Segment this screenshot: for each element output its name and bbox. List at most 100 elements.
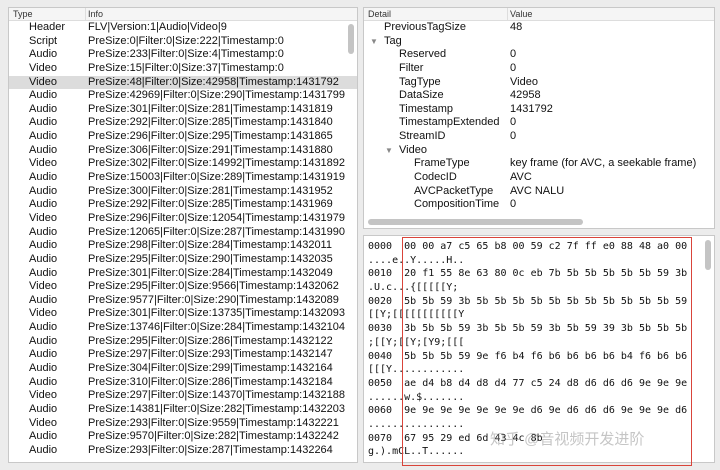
table-row[interactable]: Audio PreSize:310|Filter:0|Size:286|Times… xyxy=(9,376,357,390)
detail-row[interactable]: Filter 0 xyxy=(364,62,714,76)
detail-key: TimestampExtended xyxy=(399,116,500,129)
tag-type: Video xyxy=(29,416,57,429)
detail-value: 0 xyxy=(510,198,517,211)
column-header-value[interactable]: Value xyxy=(510,9,532,19)
tag-info: PreSize:9577|Filter:0|Size:290|Timestamp… xyxy=(88,293,339,306)
tag-info: PreSize:233|Filter:0|Size:4|Timestamp:0 xyxy=(88,48,284,61)
column-header-detail[interactable]: Detail xyxy=(368,9,391,19)
horizontal-scrollbar[interactable] xyxy=(368,219,583,225)
table-row[interactable]: Audio PreSize:9570|Filter:0|Size:282|Time… xyxy=(9,430,357,444)
detail-value: 0 xyxy=(510,61,517,74)
tag-type: Video xyxy=(29,389,57,402)
tag-type: Audio xyxy=(29,266,58,279)
detail-row[interactable]: ▼ Tag xyxy=(364,35,714,49)
detail-value: key frame (for AVC, a seekable frame) xyxy=(510,157,697,170)
tag-type: Audio xyxy=(29,321,58,334)
table-row[interactable]: Audio PreSize:292|Filter:0|Size:285|Times… xyxy=(9,198,357,212)
tag-type: Video xyxy=(29,211,57,224)
table-row[interactable]: Audio PreSize:13746|Filter:0|Size:284|Tim… xyxy=(9,321,357,335)
table-row[interactable]: Audio PreSize:301|Filter:0|Size:281|Times… xyxy=(9,103,357,117)
tag-list-table[interactable]: Type Info Header FLV|Version:1|Audio|Vide… xyxy=(8,7,358,463)
detail-row[interactable]: DataSize 42958 xyxy=(364,89,714,103)
detail-header: Detail Value xyxy=(364,8,714,21)
table-row[interactable]: Audio PreSize:292|Filter:0|Size:285|Times… xyxy=(9,116,357,130)
tag-type: Video xyxy=(29,307,57,320)
table-header: Type Info xyxy=(9,8,357,21)
detail-value: 1431792 xyxy=(510,102,553,115)
detail-key: PreviousTagSize xyxy=(384,21,466,33)
table-row[interactable]: Audio PreSize:14381|Filter:0|Size:282|Tim… xyxy=(9,403,357,417)
tag-type: Video xyxy=(29,75,57,88)
vertical-scrollbar[interactable] xyxy=(705,240,711,270)
table-row[interactable]: Header FLV|Version:1|Audio|Video|9 xyxy=(9,21,357,35)
hex-offset: 0000 xyxy=(368,241,393,252)
detail-row[interactable]: TimestampExtended 0 xyxy=(364,116,714,130)
detail-key: Timestamp xyxy=(399,102,453,115)
table-row[interactable]: Video PreSize:297|Filter:0|Size:14370|Tim… xyxy=(9,389,357,403)
detail-row[interactable]: FrameType key frame (for AVC, a seekable … xyxy=(364,157,714,171)
table-row[interactable]: Audio PreSize:12065|Filter:0|Size:287|Tim… xyxy=(9,226,357,240)
detail-row[interactable]: ▼ Video xyxy=(364,144,714,158)
tag-type: Audio xyxy=(29,239,58,252)
tag-type: Audio xyxy=(29,443,58,456)
table-row[interactable]: Audio PreSize:300|Filter:0|Size:281|Times… xyxy=(9,185,357,199)
table-row[interactable]: Video PreSize:302|Filter:0|Size:14992|Tim… xyxy=(9,157,357,171)
detail-value: Video xyxy=(510,75,538,88)
detail-row[interactable]: CodecID AVC xyxy=(364,171,714,185)
vertical-scrollbar[interactable] xyxy=(348,24,354,54)
tag-info: PreSize:297|Filter:0|Size:293|Timestamp:… xyxy=(88,348,333,361)
table-row[interactable]: Audio PreSize:15003|Filter:0|Size:289|Tim… xyxy=(9,171,357,185)
detail-key: FrameType xyxy=(414,157,470,170)
tag-info: PreSize:295|Filter:0|Size:290|Timestamp:… xyxy=(88,252,333,265)
hex-offset: 0060 xyxy=(368,405,393,417)
tag-info: PreSize:301|Filter:0|Size:281|Timestamp:… xyxy=(88,102,333,115)
table-row[interactable]: Video PreSize:48|Filter:0|Size:42958|Time… xyxy=(9,75,357,90)
table-row[interactable]: Audio PreSize:42969|Filter:0|Size:290|Tim… xyxy=(9,89,357,103)
column-header-info[interactable]: Info xyxy=(88,9,103,19)
tag-type: Audio xyxy=(29,184,58,197)
table-row[interactable]: Audio PreSize:295|Filter:0|Size:286|Times… xyxy=(9,335,357,349)
table-row[interactable]: Audio PreSize:293|Filter:0|Size:287|Times… xyxy=(9,444,357,458)
table-row[interactable]: Audio PreSize:233|Filter:0|Size:4|Timesta… xyxy=(9,48,357,62)
disclosure-triangle-icon[interactable]: ▼ xyxy=(370,35,378,49)
tag-info: PreSize:310|Filter:0|Size:286|Timestamp:… xyxy=(88,375,333,388)
table-row[interactable]: Audio PreSize:9577|Filter:0|Size:290|Time… xyxy=(9,294,357,308)
table-row[interactable]: Video PreSize:296|Filter:0|Size:12054|Tim… xyxy=(9,212,357,226)
table-row[interactable]: Script PreSize:0|Filter:0|Size:222|Timest… xyxy=(9,35,357,49)
table-row[interactable]: Audio PreSize:296|Filter:0|Size:295|Times… xyxy=(9,130,357,144)
tag-info: FLV|Version:1|Audio|Video|9 xyxy=(88,21,227,33)
detail-value: 42958 xyxy=(510,89,541,102)
detail-row[interactable]: CompositionTime 0 xyxy=(364,198,714,212)
table-row[interactable]: Audio PreSize:304|Filter:0|Size:299|Times… xyxy=(9,362,357,376)
column-header-type[interactable]: Type xyxy=(13,9,33,19)
tag-info: PreSize:15003|Filter:0|Size:289|Timestam… xyxy=(88,171,346,184)
detail-row[interactable]: PreviousTagSize 48 xyxy=(364,21,714,35)
table-row[interactable]: Audio PreSize:295|Filter:0|Size:290|Times… xyxy=(9,253,357,267)
table-row[interactable]: Audio PreSize:297|Filter:0|Size:293|Times… xyxy=(9,348,357,362)
detail-row[interactable]: Reserved 0 xyxy=(364,48,714,62)
table-row[interactable]: Audio PreSize:298|Filter:0|Size:284|Times… xyxy=(9,239,357,253)
disclosure-triangle-icon[interactable]: ▼ xyxy=(385,144,393,158)
detail-row[interactable]: Timestamp 1431792 xyxy=(364,103,714,117)
detail-key: Filter xyxy=(399,61,424,74)
table-row[interactable]: Video PreSize:301|Filter:0|Size:13735|Tim… xyxy=(9,307,357,321)
detail-tree[interactable]: Detail Value PreviousTagSize 48 ▼ Tag Reserv… xyxy=(363,7,715,229)
tag-info: PreSize:301|Filter:0|Size:284|Timestamp:… xyxy=(88,266,333,279)
tag-type: Audio xyxy=(29,348,58,361)
table-row[interactable]: Video PreSize:293|Filter:0|Size:9559|Time… xyxy=(9,417,357,431)
table-row[interactable]: Audio PreSize:301|Filter:0|Size:284|Times… xyxy=(9,267,357,281)
tag-info: PreSize:293|Filter:0|Size:9559|Timestamp… xyxy=(88,416,339,429)
tag-info: PreSize:304|Filter:0|Size:299|Timestamp:… xyxy=(88,362,333,375)
detail-key: CodecID xyxy=(414,171,457,184)
table-row[interactable]: Video PreSize:295|Filter:0|Size:9566|Time… xyxy=(9,280,357,294)
tag-type: Script xyxy=(29,34,58,47)
detail-row[interactable]: AVCPacketType AVC NALU xyxy=(364,185,714,199)
table-row[interactable]: Audio PreSize:306|Filter:0|Size:291|Times… xyxy=(9,144,357,158)
detail-row[interactable]: StreamID 0 xyxy=(364,130,714,144)
table-row[interactable]: Video PreSize:15|Filter:0|Size:37|Timesta… xyxy=(9,62,357,76)
detail-key: TagType xyxy=(399,75,441,88)
tag-type: Audio xyxy=(29,89,58,102)
tag-info: PreSize:297|Filter:0|Size:14370|Timestam… xyxy=(88,389,346,402)
detail-row[interactable]: TagType Video xyxy=(364,76,714,90)
tag-info: PreSize:293|Filter:0|Size:287|Timestamp:… xyxy=(88,443,333,456)
